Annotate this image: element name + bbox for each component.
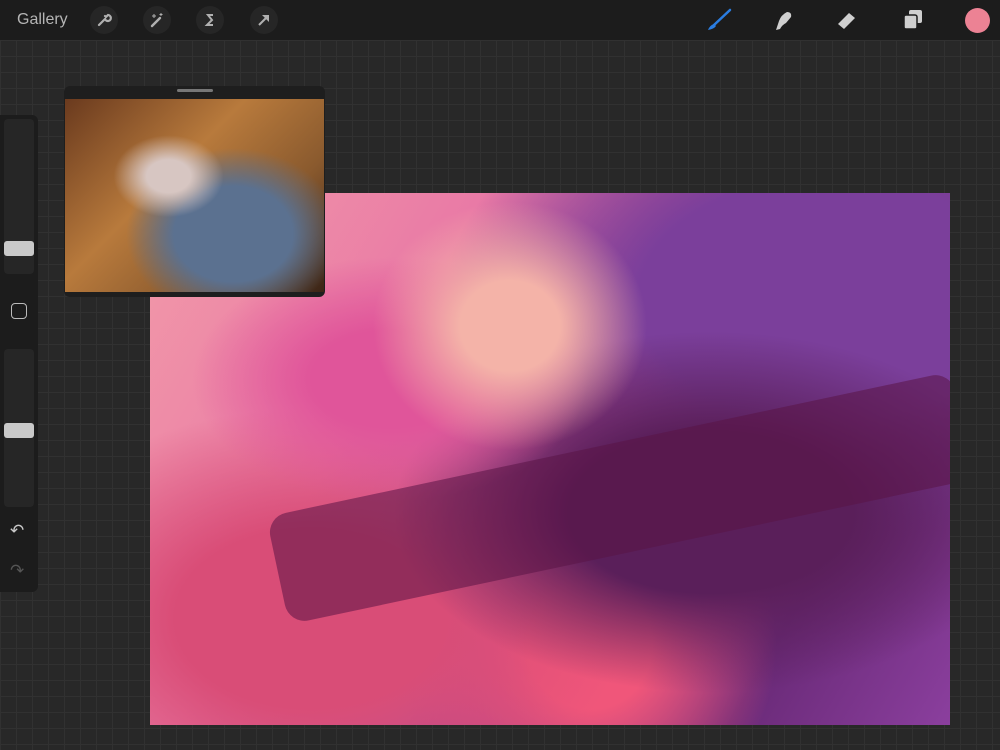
smudge-icon: [776, 12, 792, 30]
color-picker-button[interactable]: [965, 8, 990, 33]
redo-icon: ↷: [10, 561, 25, 580]
gallery-button[interactable]: Gallery: [17, 11, 68, 29]
wrench-icon: [97, 13, 112, 27]
transform-arrow-icon: [258, 15, 269, 26]
undo-button[interactable]: ↶: [10, 521, 24, 541]
eraser-button[interactable]: [832, 6, 862, 34]
layers-icon: [903, 10, 922, 30]
adjustments-button[interactable]: [143, 6, 171, 34]
smudge-button[interactable]: [768, 6, 798, 34]
redo-button[interactable]: ↷: [10, 561, 24, 581]
magic-wand-icon: [150, 13, 163, 28]
transform-button[interactable]: [250, 6, 278, 34]
reference-window[interactable]: [64, 86, 325, 297]
brush-button[interactable]: [704, 6, 734, 34]
reference-drag-handle[interactable]: [177, 89, 213, 92]
opacity-thumb[interactable]: [4, 423, 34, 438]
modify-button[interactable]: [11, 303, 27, 319]
undo-icon: ↶: [10, 521, 25, 540]
selection-icon: [204, 14, 214, 26]
left-sidebar: ↶ ↷: [0, 115, 38, 592]
top-toolbar: Gallery: [0, 0, 1000, 40]
opacity-slider[interactable]: [4, 349, 34, 507]
brush-size-slider[interactable]: [4, 119, 34, 274]
layers-button[interactable]: [898, 6, 928, 34]
actions-button[interactable]: [90, 6, 118, 34]
reference-image: [65, 99, 324, 292]
eraser-icon: [838, 13, 855, 29]
selection-button[interactable]: [196, 6, 224, 34]
brush-size-thumb[interactable]: [4, 241, 34, 256]
brush-icon: [708, 8, 732, 30]
artwork-shape: [266, 371, 950, 625]
